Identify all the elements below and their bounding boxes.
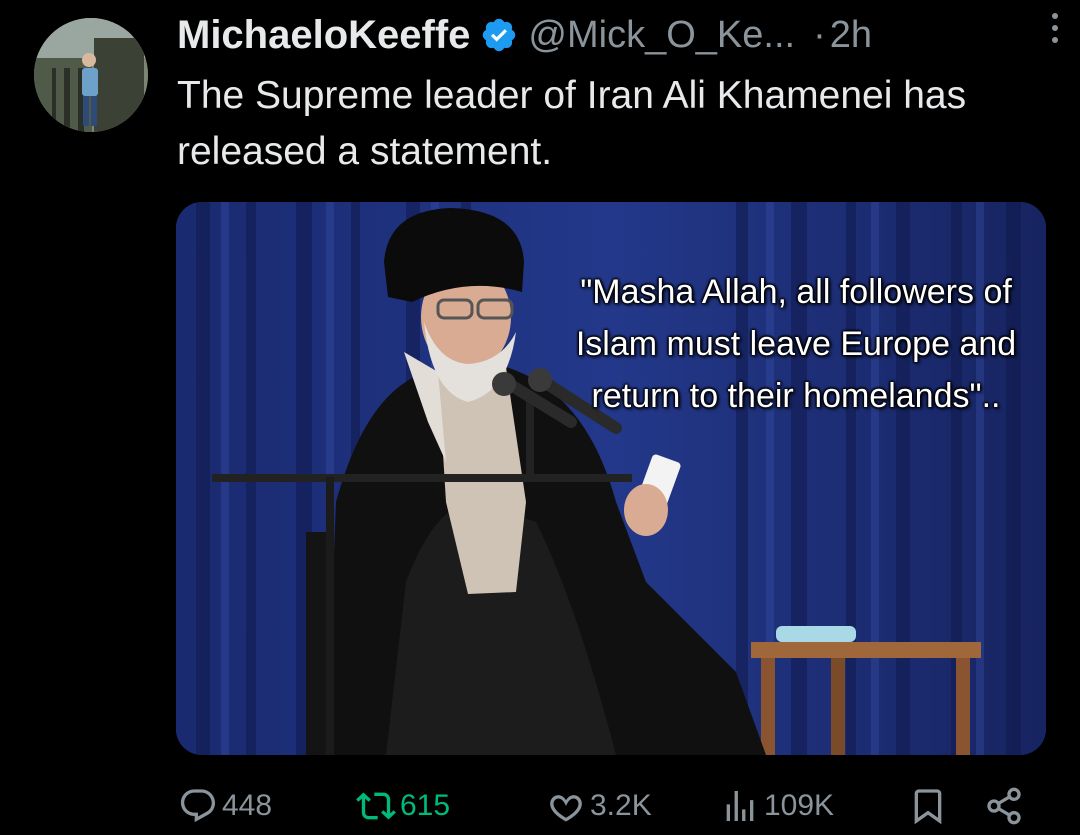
header-separator: · [813,13,826,56]
avatar-image [34,18,148,132]
share-button[interactable] [984,778,1024,834]
like-count: 3.2K [590,789,652,822]
retweet-icon [356,792,396,820]
reply-button[interactable]: 448 [178,778,272,834]
tweet-timestamp[interactable]: 2h [830,14,872,57]
verified-badge-icon [480,16,518,54]
reply-icon [180,789,216,823]
share-icon [987,787,1021,825]
bookmark-icon [914,789,942,825]
views-count: 109K [764,789,835,822]
bookmark-button[interactable] [908,778,948,834]
tweet-header: MichaeloKeeffe @Mick_O_Ke... · 2h [177,10,1047,60]
views-button[interactable]: 109K [720,778,834,834]
tweet-text: The Supreme leader of Iran Ali Khamenei … [177,74,967,173]
like-button[interactable]: 3.2K [546,778,652,834]
reply-count: 448 [222,789,273,822]
more-options-icon[interactable] [1040,8,1070,48]
media-quote-caption: "Masha Allah, all followers of Islam mus… [575,273,1017,415]
retweet-count: 615 [400,789,451,822]
tweet-media-image[interactable]: "Masha Allah, all followers of Islam mus… [176,202,1046,755]
author-display-name[interactable]: MichaeloKeeffe [177,13,470,58]
tweet: MichaeloKeeffe @Mick_O_Ke... · 2h The Su… [0,0,1080,835]
retweet-button[interactable]: 615 [356,778,450,834]
heart-icon [550,795,582,822]
tweet-action-bar: 448 615 3.2K 109K [0,778,1080,834]
author-handle[interactable]: @Mick_O_Ke... [528,14,795,57]
avatar[interactable] [34,18,148,132]
views-chart-icon [726,791,754,821]
